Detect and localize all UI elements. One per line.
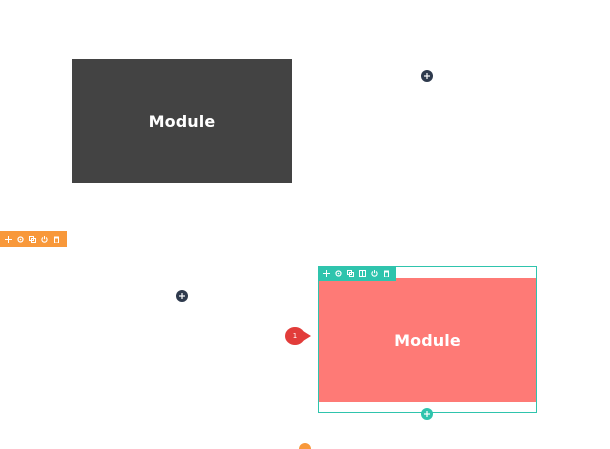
trash-icon[interactable] (382, 269, 391, 278)
add-row-button[interactable] (421, 408, 433, 420)
badge-count: 1 (292, 332, 298, 340)
plus-icon (424, 411, 430, 417)
power-icon[interactable] (370, 269, 379, 278)
move-icon[interactable] (4, 235, 13, 244)
settings-icon[interactable] (334, 269, 343, 278)
builder-canvas: Module Module 1 (0, 0, 610, 449)
columns-icon[interactable] (358, 269, 367, 278)
add-module-button-left[interactable] (176, 290, 188, 302)
add-section-button[interactable] (299, 443, 311, 449)
move-icon[interactable] (322, 269, 331, 278)
add-module-button-top[interactable] (421, 70, 433, 82)
power-icon[interactable] (40, 235, 49, 244)
section-toolbar (0, 231, 67, 247)
trash-icon[interactable] (52, 235, 61, 244)
module-label-top: Module (148, 111, 216, 131)
module-block-bottom[interactable]: Module (319, 278, 536, 402)
settings-icon[interactable] (16, 235, 25, 244)
row-toolbar (318, 266, 396, 281)
duplicate-icon[interactable] (28, 235, 37, 244)
duplicate-icon[interactable] (346, 269, 355, 278)
notification-badge[interactable]: 1 (285, 327, 311, 345)
plus-icon (424, 73, 430, 79)
module-block-top[interactable]: Module (72, 59, 292, 183)
plus-icon (179, 293, 185, 299)
module-label-bottom: Module (394, 330, 461, 350)
